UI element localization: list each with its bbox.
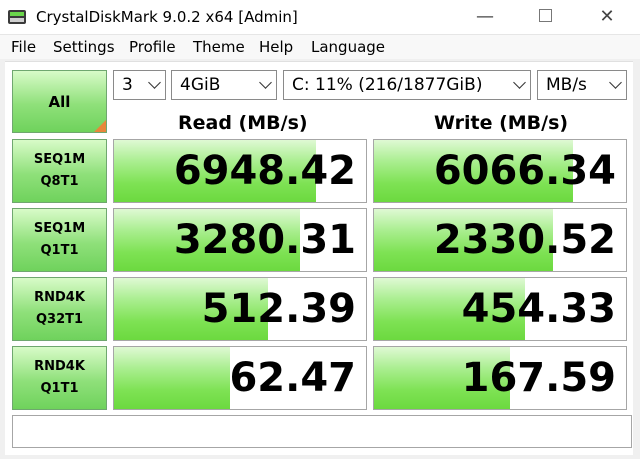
corner-marker-icon (94, 120, 106, 132)
menu-language[interactable]: Language (311, 38, 385, 56)
read-result-rnd4k-q1t1: 62.47 (113, 346, 367, 410)
read-result-rnd4k-q32t1: 512.39 (113, 277, 367, 341)
unit-value: MB/s (546, 75, 587, 95)
chevron-down-icon (259, 76, 272, 89)
read-column-header: Read (MB/s) (178, 112, 308, 134)
comment-field[interactable] (12, 415, 632, 448)
read-bar (114, 347, 230, 409)
test-size-select[interactable]: 4GiB (171, 70, 277, 100)
maximize-icon (538, 9, 552, 22)
menu-bar: File Settings Profile Theme Help Languag… (0, 35, 640, 59)
test-button-rnd4k-q1t1[interactable]: RND4K Q1T1 (12, 346, 107, 410)
unit-select[interactable]: MB/s (537, 70, 627, 100)
write-value: 454.33 (461, 286, 616, 332)
menu-help[interactable]: Help (259, 38, 293, 56)
test-name: RND4K (34, 290, 85, 305)
read-value: 62.47 (229, 355, 356, 401)
test-button-seq1m-q1t1[interactable]: SEQ1M Q1T1 (12, 208, 107, 272)
all-button-label: All (48, 92, 71, 111)
write-column-header: Write (MB/s) (434, 112, 569, 134)
read-value: 6948.42 (173, 148, 356, 194)
test-size-value: 4GiB (180, 75, 221, 95)
test-queue: Q1T1 (40, 381, 79, 396)
test-count-value: 3 (122, 75, 133, 95)
menu-profile[interactable]: Profile (129, 38, 176, 56)
maximize-button[interactable] (522, 0, 568, 34)
write-result-rnd4k-q32t1: 454.33 (373, 277, 627, 341)
all-button[interactable]: All (12, 70, 107, 133)
read-value: 512.39 (201, 286, 356, 332)
window-title: CrystalDiskMark 9.0.2 x64 [Admin] (36, 8, 298, 26)
test-queue: Q8T1 (40, 174, 79, 189)
test-name: RND4K (34, 359, 85, 374)
crystaldiskmark-app-icon (8, 10, 26, 24)
test-queue: Q32T1 (35, 312, 84, 327)
chevron-down-icon (609, 76, 622, 89)
write-value: 6066.34 (433, 148, 616, 194)
menu-settings[interactable]: Settings (53, 38, 115, 56)
close-button[interactable]: ✕ (584, 0, 630, 34)
menu-theme[interactable]: Theme (193, 38, 245, 56)
read-result-seq1m-q1t1: 3280.31 (113, 208, 367, 272)
read-result-seq1m-q8t1: 6948.42 (113, 139, 367, 203)
minimize-button[interactable]: — (462, 0, 508, 34)
test-queue: Q1T1 (40, 243, 79, 258)
write-result-seq1m-q1t1: 2330.52 (373, 208, 627, 272)
write-value: 2330.52 (433, 217, 616, 263)
read-value: 3280.31 (173, 217, 356, 263)
test-button-seq1m-q8t1[interactable]: SEQ1M Q8T1 (12, 139, 107, 203)
chevron-down-icon (513, 76, 526, 89)
test-button-rnd4k-q32t1[interactable]: RND4K Q32T1 (12, 277, 107, 341)
write-value: 167.59 (461, 355, 616, 401)
test-name: SEQ1M (33, 152, 86, 167)
menu-file[interactable]: File (11, 38, 36, 56)
write-result-seq1m-q8t1: 6066.34 (373, 139, 627, 203)
test-count-select[interactable]: 3 (113, 70, 166, 100)
write-result-rnd4k-q1t1: 167.59 (373, 346, 627, 410)
drive-select[interactable]: C: 11% (216/1877GiB) (283, 70, 531, 100)
drive-value: C: 11% (216/1877GiB) (292, 75, 483, 95)
title-bar: CrystalDiskMark 9.0.2 x64 [Admin] — ✕ (0, 0, 640, 35)
test-name: SEQ1M (33, 221, 86, 236)
chevron-down-icon (148, 76, 161, 89)
